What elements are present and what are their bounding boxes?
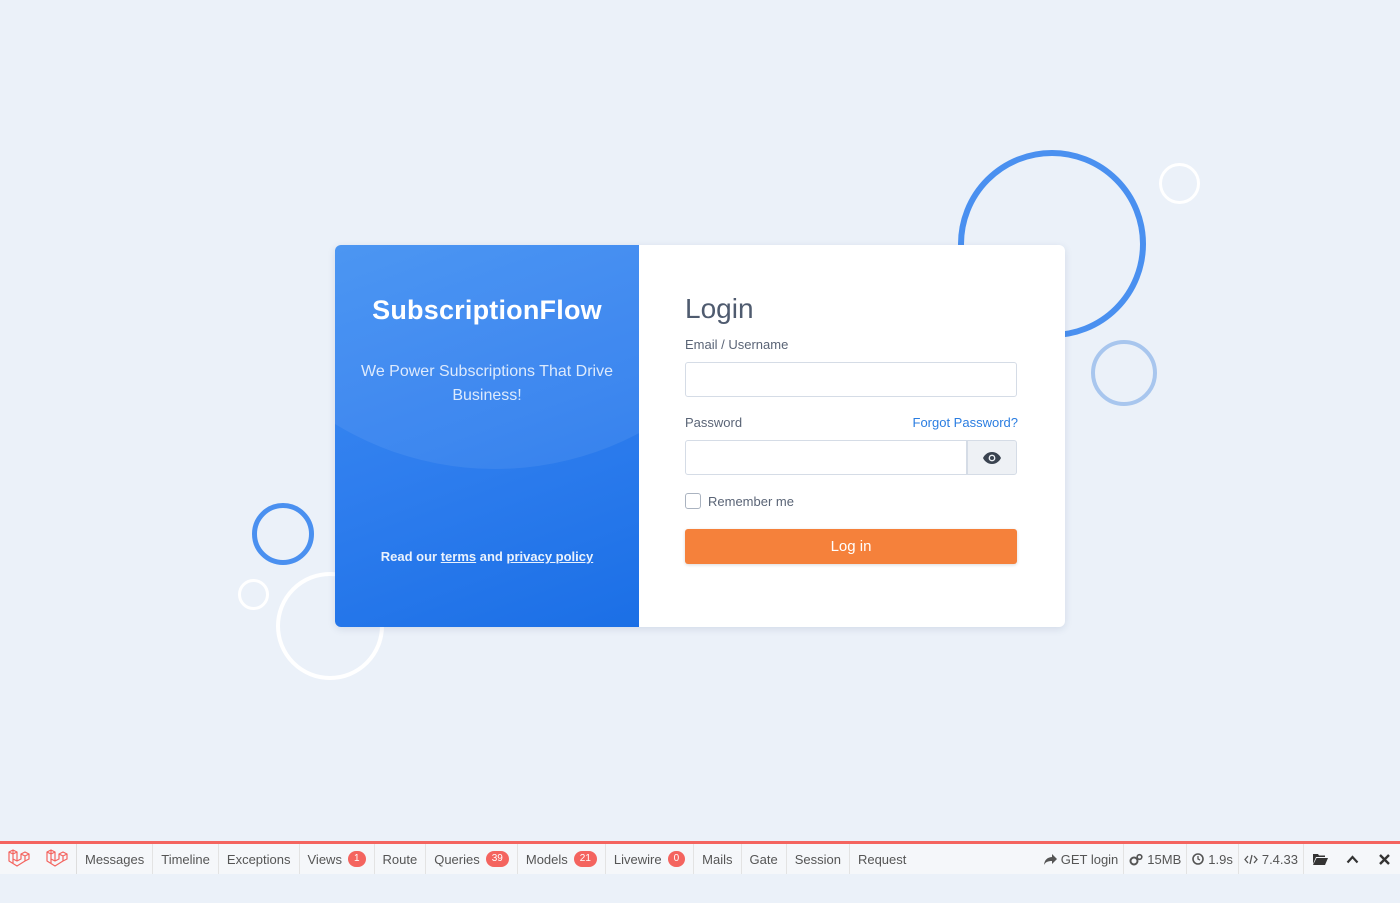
count-badge: 0 xyxy=(667,851,686,867)
close-debugbar-button[interactable] xyxy=(1368,844,1400,874)
count-badge: 1 xyxy=(347,851,366,867)
debugbar-tab-queries[interactable]: Queries 39 xyxy=(426,844,518,874)
time-indicator[interactable]: 1.9s xyxy=(1187,844,1239,874)
login-title: Login xyxy=(685,293,754,324)
tab-label: Messages xyxy=(85,851,145,867)
maximize-button[interactable] xyxy=(1336,844,1368,874)
email-label: Email / Username xyxy=(685,337,789,352)
email-field[interactable] xyxy=(685,362,1017,397)
debugbar-status-area: GET login 15MB 1.9s 7.4.33 xyxy=(1039,844,1400,874)
tab-label: Session xyxy=(794,851,841,867)
debugbar-tab-views[interactable]: Views 1 xyxy=(300,844,375,874)
share-arrow-icon xyxy=(1043,853,1057,865)
password-label: Password xyxy=(685,415,743,430)
debugbar: Messages Timeline Exceptions Views 1 Rout… xyxy=(0,841,1400,874)
tab-label: Gate xyxy=(749,851,778,867)
close-icon xyxy=(1378,853,1390,865)
login-button[interactable]: Log in xyxy=(685,529,1017,564)
decorative-circle-small xyxy=(1159,163,1200,204)
tab-label: Views xyxy=(307,851,342,867)
debugbar-logo-icon[interactable] xyxy=(0,844,38,874)
clock-icon xyxy=(1192,853,1205,865)
request-label: GET login xyxy=(1060,851,1119,867)
debugbar-tab-gate[interactable]: Gate xyxy=(742,844,787,874)
chevron-up-icon xyxy=(1346,854,1358,863)
legal-and: and xyxy=(479,549,503,564)
remember-me-checkbox[interactable] xyxy=(685,493,701,509)
login-card: SubscriptionFlow We Power Subscriptions … xyxy=(335,245,1065,627)
remember-me-label: Remember me xyxy=(708,493,794,509)
remember-me-row: Remember me xyxy=(685,493,794,509)
tab-label: Route xyxy=(382,851,418,867)
debugbar-tab-livewire[interactable]: Livewire 0 xyxy=(606,844,695,874)
laravel-logo-icon xyxy=(8,849,30,867)
cogs-icon xyxy=(1129,853,1143,865)
debugbar-toggle-logo-icon[interactable] xyxy=(38,844,76,874)
code-icon xyxy=(1243,854,1258,864)
php-version-value: 7.4.33 xyxy=(1261,851,1298,867)
debugbar-tab-models[interactable]: Models 21 xyxy=(518,844,606,874)
decorative-circle-tiny xyxy=(238,579,269,610)
eye-icon xyxy=(983,451,1001,464)
privacy-policy-link[interactable]: privacy policy xyxy=(507,549,594,564)
count-badge: 21 xyxy=(573,851,597,867)
decorative-circle-medium xyxy=(1091,340,1157,406)
debugbar-tab-timeline[interactable]: Timeline xyxy=(153,844,219,874)
count-badge: 39 xyxy=(485,851,509,867)
tab-label: Models xyxy=(525,851,568,867)
legal-notice: Read our terms and privacy policy xyxy=(335,549,639,564)
tab-label: Mails xyxy=(702,851,733,867)
terms-link[interactable]: terms xyxy=(441,549,476,564)
tab-label: Request xyxy=(857,851,907,867)
memory-indicator: 15MB xyxy=(1124,844,1188,874)
php-version-indicator: 7.4.33 xyxy=(1239,844,1304,874)
request-method-indicator[interactable]: GET login xyxy=(1039,844,1125,874)
decorative-circle-blue xyxy=(252,503,314,565)
brand-panel: SubscriptionFlow We Power Subscriptions … xyxy=(335,245,639,627)
debugbar-tab-messages[interactable]: Messages xyxy=(77,844,154,874)
debugbar-tab-mails[interactable]: Mails xyxy=(694,844,742,874)
forgot-password-link[interactable]: Forgot Password? xyxy=(913,415,1019,430)
password-field[interactable] xyxy=(685,440,967,475)
tab-label: Livewire xyxy=(613,851,662,867)
toggle-password-visibility-button[interactable] xyxy=(967,440,1017,475)
debugbar-tab-session[interactable]: Session xyxy=(787,844,850,874)
login-form: Login Email / Username Password Forgot P… xyxy=(639,245,1065,627)
time-value: 1.9s xyxy=(1208,851,1233,867)
brand-wave-decoration xyxy=(335,245,639,469)
debugbar-tab-exceptions[interactable]: Exceptions xyxy=(219,844,300,874)
legal-prefix: Read our xyxy=(380,549,438,564)
tab-label: Exceptions xyxy=(226,851,291,867)
debugbar-tab-request[interactable]: Request xyxy=(850,844,914,874)
brand-tagline: We Power Subscriptions That Drive Busine… xyxy=(361,363,613,404)
memory-value: 15MB xyxy=(1147,851,1182,867)
laravel-logo-icon xyxy=(46,849,68,867)
brand-name: SubscriptionFlow xyxy=(372,295,602,325)
tab-label: Timeline xyxy=(161,851,210,867)
debugbar-tab-route[interactable]: Route xyxy=(375,844,427,874)
open-handler-button[interactable] xyxy=(1304,844,1336,874)
tab-label: Queries xyxy=(434,851,480,867)
folder-open-icon xyxy=(1312,854,1328,865)
